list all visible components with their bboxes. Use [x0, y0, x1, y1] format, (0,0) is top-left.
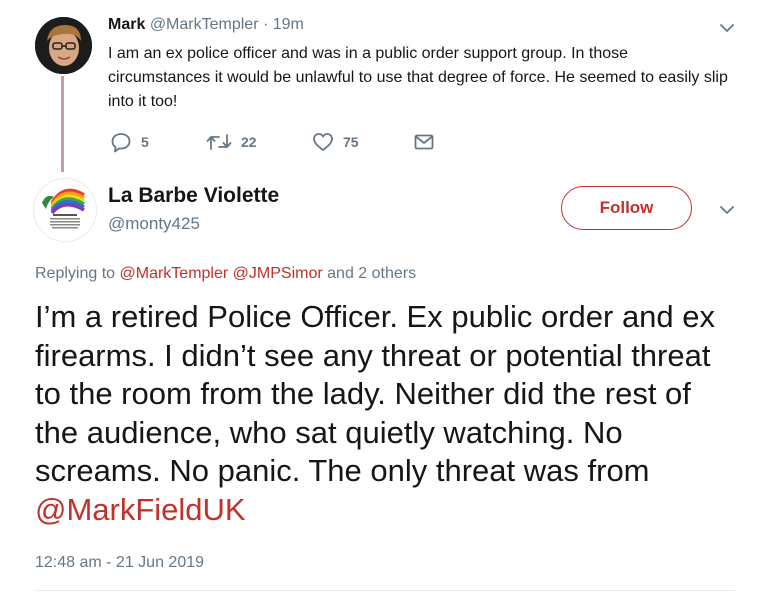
- heart-icon: [312, 131, 334, 153]
- replying-prefix: Replying to: [35, 265, 116, 282]
- retweet-icon: [206, 131, 232, 153]
- author-name[interactable]: La Barbe Violette: [108, 184, 279, 208]
- author-name[interactable]: Mark: [108, 16, 145, 33]
- follow-button[interactable]: Follow: [561, 186, 692, 230]
- tweet-timestamp[interactable]: 12:48 am - 21 Jun 2019: [35, 554, 204, 572]
- author-handle[interactable]: @MarkTempler: [150, 16, 259, 33]
- tweet-header: Mark @MarkTempler · 19m: [108, 16, 304, 34]
- replying-others-link[interactable]: and 2 others: [327, 265, 416, 282]
- like-button[interactable]: 75: [312, 130, 359, 154]
- avatar[interactable]: [33, 178, 97, 242]
- reply-count: 5: [141, 134, 149, 150]
- tweet-text: I am an ex police officer and was in a p…: [108, 45, 728, 110]
- thread-connector: [61, 76, 64, 172]
- separator: ·: [262, 16, 269, 33]
- chevron-down-icon[interactable]: [716, 20, 738, 36]
- retweet-button[interactable]: 22: [206, 130, 257, 154]
- tweet-text: I’m a retired Police Officer. Ex public …: [35, 298, 735, 529]
- mention-link[interactable]: @MarkTempler: [120, 265, 229, 282]
- divider: [35, 590, 735, 591]
- replying-to: Replying to @MarkTempler @JMPSimor and 2…: [35, 265, 416, 283]
- avatar[interactable]: [35, 17, 92, 74]
- tweet-time[interactable]: 19m: [273, 16, 304, 33]
- direct-message-button[interactable]: [413, 130, 435, 154]
- tweet-actions: 5 22 75: [108, 130, 468, 154]
- mention-link[interactable]: @MarkFieldUK: [35, 492, 246, 527]
- mention-link[interactable]: @JMPSimor: [233, 265, 323, 282]
- envelope-icon: [413, 131, 435, 153]
- chevron-down-icon[interactable]: [716, 202, 738, 218]
- reply-icon: [110, 131, 132, 153]
- tweet-text-body: I’m a retired Police Officer. Ex public …: [35, 299, 716, 488]
- author-handle[interactable]: @monty425: [108, 214, 200, 234]
- reply-button[interactable]: 5: [110, 130, 149, 154]
- like-count: 75: [343, 134, 359, 150]
- tweet-thread: Mark @MarkTempler · 19m I am an ex polic…: [0, 0, 764, 596]
- retweet-count: 22: [241, 134, 257, 150]
